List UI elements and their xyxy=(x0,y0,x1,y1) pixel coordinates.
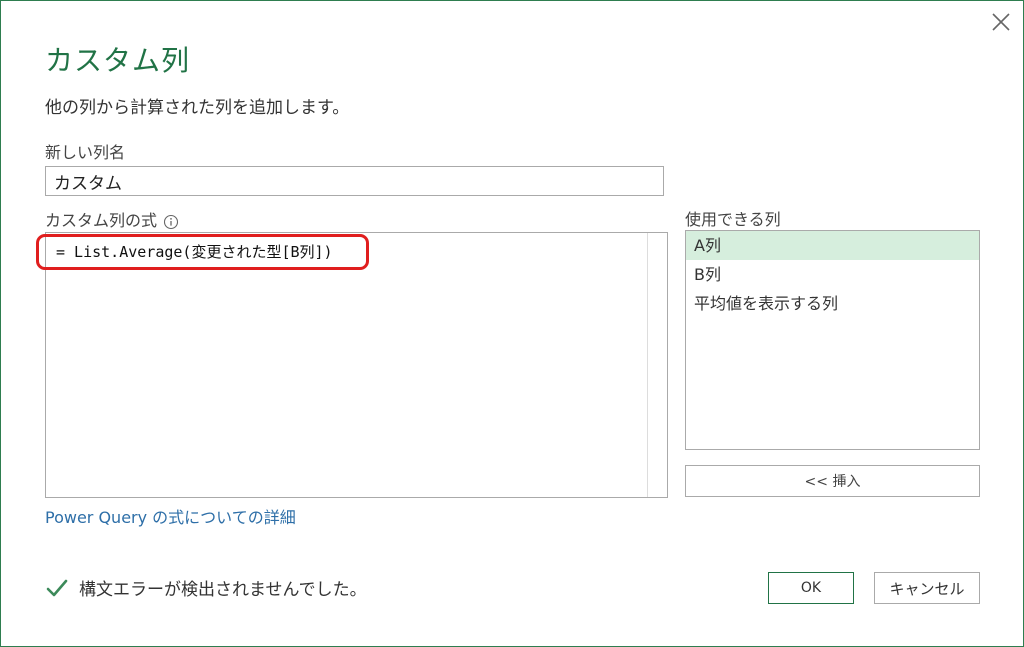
formula-label: カスタム列の式 xyxy=(45,211,158,230)
column-item-average[interactable]: 平均値を表示する列 xyxy=(686,289,979,318)
available-columns-list: A列 B列 平均値を表示する列 xyxy=(685,230,980,450)
cancel-button[interactable]: キャンセル xyxy=(874,572,980,604)
formula-scrollbar[interactable] xyxy=(647,233,667,497)
syntax-status: 構文エラーが検出されませんでした。 xyxy=(45,575,367,600)
checkmark-icon xyxy=(46,579,68,596)
column-item-b[interactable]: B列 xyxy=(686,260,979,289)
dialog-subtitle: 他の列から計算された列を追加します。 xyxy=(45,98,350,118)
dialog-title: カスタム列 xyxy=(45,44,191,77)
custom-column-dialog: カスタム列 他の列から計算された列を追加します。 新しい列名 カスタム列の式 =… xyxy=(0,0,1024,647)
formula-label-row: カスタム列の式 xyxy=(45,207,179,231)
formula-text[interactable]: = List.Average(変更された型[B列]) xyxy=(56,241,333,262)
column-item-a[interactable]: A列 xyxy=(686,231,979,260)
insert-button[interactable]: << 挿入 xyxy=(685,465,980,497)
close-button[interactable] xyxy=(989,10,1013,34)
close-icon xyxy=(992,13,1010,31)
power-query-help-link[interactable]: Power Query の式についての詳細 xyxy=(45,504,296,528)
new-column-name-input[interactable] xyxy=(45,166,664,196)
new-column-name-label: 新しい列名 xyxy=(45,143,126,162)
info-icon[interactable] xyxy=(163,214,179,230)
available-columns-label: 使用できる列 xyxy=(685,210,781,229)
formula-editor[interactable]: = List.Average(変更された型[B列]) xyxy=(45,232,668,498)
ok-button[interactable]: OK xyxy=(768,572,854,604)
syntax-status-text: 構文エラーが検出されませんでした。 xyxy=(79,580,367,600)
